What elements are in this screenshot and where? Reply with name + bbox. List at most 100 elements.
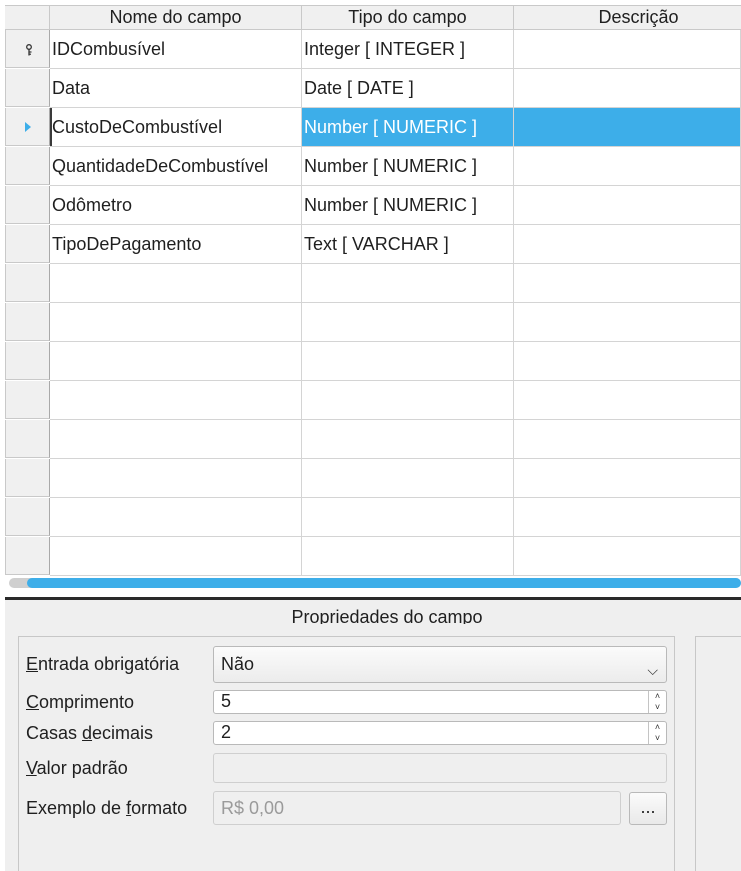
required-value: Não [221,654,255,674]
field-name-cell[interactable]: QuantidadeDeCombustível [50,147,302,186]
spin-up-icon[interactable]: ˄ [649,691,666,702]
column-header-description[interactable]: Descrição [514,6,741,30]
description-cell[interactable] [514,420,741,459]
table-row[interactable]: QuantidadeDeCombustível Number [ NUMERIC … [5,147,741,186]
length-value: 5 [221,691,232,711]
required-select[interactable]: Não ⌵ [213,646,667,683]
length-stepper[interactable]: 5 ˄ ˅ [213,690,667,714]
properties-help-area [695,636,741,871]
description-cell[interactable] [514,498,741,537]
description-cell[interactable] [514,147,741,186]
field-name-cell[interactable] [50,381,302,420]
row-header[interactable] [5,30,50,68]
table-row[interactable]: Data Date [ DATE ] [5,69,741,108]
format-example-label: Exemplo de formato [26,798,188,818]
field-type-cell[interactable]: Integer [ INTEGER ] [302,30,514,69]
row-header[interactable] [5,186,50,224]
header-corner[interactable] [5,6,50,30]
field-name-cell[interactable] [50,459,302,498]
row-header[interactable] [5,147,50,185]
row-header[interactable] [5,498,50,536]
table-row[interactable]: CustoDeCombustível Number [ NUMERIC ] [5,108,741,147]
table-row[interactable]: IDCombusível Integer [ INTEGER ] [5,30,741,69]
description-cell[interactable] [514,186,741,225]
field-name-cell[interactable] [50,264,302,303]
field-type-cell[interactable]: Text [ VARCHAR ] [302,225,514,264]
field-name-cell[interactable]: Odômetro [50,186,302,225]
description-cell[interactable] [514,303,741,342]
field-type-cell[interactable] [302,537,514,576]
table-row[interactable] [5,459,741,498]
field-type-cell[interactable]: Number [ NUMERIC ] [302,186,514,225]
field-type-cell[interactable] [302,459,514,498]
row-header[interactable] [5,225,50,263]
properties-title: Propriedades do campo [291,607,483,624]
column-header-field-type[interactable]: Tipo do campo [302,6,514,30]
description-cell[interactable] [514,264,741,303]
properties-box: Entrada obrigatória Não ⌵ Comprimento 5 … [18,636,675,871]
chevron-down-icon: ⌵ [647,662,658,678]
field-name-cell[interactable] [50,498,302,537]
description-cell[interactable] [514,537,741,576]
field-name-cell[interactable]: Data [50,69,302,108]
field-type-cell[interactable] [302,303,514,342]
row-header[interactable] [5,303,50,341]
grid-header: Nome do campo Tipo do campo Descrição [5,6,741,30]
table-row[interactable] [5,264,741,303]
default-value-field[interactable] [213,753,667,783]
description-cell[interactable] [514,108,741,147]
required-label: Entrada obrigatória [26,654,180,674]
table-row[interactable] [5,381,741,420]
table-row[interactable] [5,303,741,342]
field-type-cell[interactable] [302,342,514,381]
field-type-cell[interactable] [302,381,514,420]
field-name-cell[interactable]: IDCombusível [50,30,302,69]
table-row[interactable] [5,420,741,459]
spin-down-icon[interactable]: ˅ [649,733,666,744]
table-row[interactable] [5,342,741,381]
field-type-cell[interactable] [302,498,514,537]
field-name-cell[interactable]: TipoDePagamento [50,225,302,264]
decimals-stepper[interactable]: 2 ˄ ˅ [213,721,667,745]
spin-up-icon[interactable]: ˄ [649,722,666,733]
field-name-cell[interactable] [50,420,302,459]
field-type-cell[interactable] [302,264,514,303]
length-spin-buttons[interactable]: ˄ ˅ [648,691,666,713]
table-row[interactable] [5,537,741,576]
column-header-field-name[interactable]: Nome do campo [50,6,302,30]
table-design-grid: Nome do campo Tipo do campo Descrição ID… [0,0,741,576]
table-row[interactable]: TipoDePagamento Text [ VARCHAR ] [5,225,741,264]
description-cell[interactable] [514,69,741,108]
description-cell[interactable] [514,30,741,69]
row-header[interactable] [5,342,50,380]
decimals-spin-buttons[interactable]: ˄ ˅ [648,722,666,744]
length-label: Comprimento [26,692,135,712]
row-header[interactable] [5,459,50,497]
format-example-field: R$ 0,00 [213,791,621,825]
row-header[interactable] [5,381,50,419]
field-name-cell[interactable]: CustoDeCombustível [50,108,302,147]
field-name-cell[interactable] [50,303,302,342]
field-type-cell[interactable] [302,420,514,459]
field-name-cell[interactable] [50,342,302,381]
field-type-cell[interactable]: Number [ NUMERIC ] [302,108,514,147]
horizontal-scrollbar[interactable] [9,578,741,588]
description-cell[interactable] [514,225,741,264]
row-header[interactable] [5,420,50,458]
decimals-value: 2 [221,722,232,742]
field-type-cell[interactable]: Number [ NUMERIC ] [302,147,514,186]
row-header[interactable] [5,264,50,302]
spin-down-icon[interactable]: ˅ [649,702,666,713]
format-options-button[interactable]: ... [629,792,667,825]
scrollbar-thumb[interactable] [27,578,741,588]
description-cell[interactable] [514,459,741,498]
row-header[interactable] [5,69,50,107]
row-header[interactable] [5,537,50,575]
table-row[interactable] [5,498,741,537]
table-row[interactable]: Odômetro Number [ NUMERIC ] [5,186,741,225]
field-name-cell[interactable] [50,537,302,576]
description-cell[interactable] [514,342,741,381]
row-header[interactable] [5,108,50,146]
description-cell[interactable] [514,381,741,420]
field-type-cell[interactable]: Date [ DATE ] [302,69,514,108]
